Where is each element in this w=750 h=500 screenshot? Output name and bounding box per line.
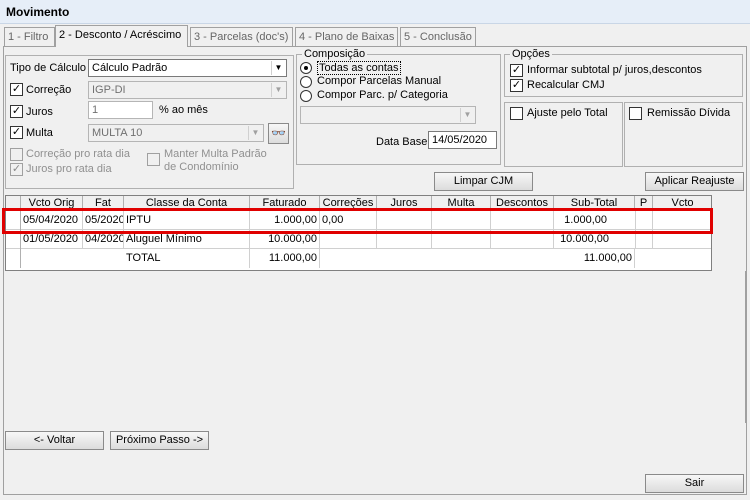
tipo-calculo-value: Cálculo Padrão <box>92 62 168 74</box>
lower-panel <box>5 271 746 423</box>
remissao-divida-checkbox[interactable] <box>629 107 642 120</box>
juros-pro-rata-label: Juros pro rata dia <box>26 163 112 175</box>
chevron-down-icon: ▼ <box>271 83 285 97</box>
multa-value: MULTA 10 <box>92 127 143 139</box>
chevron-down-icon: ▼ <box>460 108 474 122</box>
manter-multa-checkbox[interactable] <box>147 153 160 166</box>
multa-checkbox[interactable]: ✓ <box>10 126 23 139</box>
tipo-calculo-select[interactable]: Cálculo Padrão ▼ <box>88 59 287 77</box>
radio-compor-manual[interactable] <box>300 76 312 88</box>
informar-subtotal-checkbox[interactable]: ✓ <box>510 64 523 77</box>
multa-label: Multa <box>26 127 53 139</box>
tab-filtro[interactable]: 1 - Filtro <box>4 27 55 46</box>
juros-checkbox[interactable]: ✓ <box>10 105 23 118</box>
correcao-label: Correção <box>26 84 72 96</box>
recalcular-cmj-label: Recalcular CMJ <box>527 79 605 91</box>
selection-highlight <box>2 208 713 234</box>
recalcular-cmj-checkbox[interactable]: ✓ <box>510 79 523 92</box>
radio-compor-categoria-label[interactable]: Compor Parc. p/ Categoria <box>317 89 448 101</box>
binoculars-icon: 👓 <box>271 126 286 140</box>
binoculars-button[interactable]: 👓 <box>268 123 289 144</box>
manter-multa-label: Manter Multa Padrão de Condomínio <box>164 148 267 173</box>
informar-subtotal-label: Informar subtotal p/ juros,descontos <box>527 64 702 76</box>
aplicar-reajuste-button[interactable]: Aplicar Reajuste <box>645 172 744 191</box>
correcao-checkbox[interactable]: ✓ <box>10 83 23 96</box>
categoria-select[interactable]: ▼ <box>300 106 476 124</box>
correcao-pro-rata-label: Correção pro rata dia <box>26 148 130 160</box>
tab-parcelas[interactable]: 3 - Parcelas (doc's) <box>190 27 293 46</box>
total-faturado: 11.000,00 <box>250 249 320 268</box>
composicao-title: Composição <box>302 48 368 60</box>
ajuste-total-label: Ajuste pelo Total <box>527 107 608 119</box>
tab-conclusao[interactable]: 5 - Conclusão <box>400 27 476 46</box>
ajuste-total-checkbox[interactable] <box>510 107 523 120</box>
radio-todas-contas-label[interactable]: Todas as contas <box>317 61 401 75</box>
radio-todas-contas[interactable] <box>300 62 312 74</box>
proximo-passo-button[interactable]: Próximo Passo -> <box>110 431 209 450</box>
total-label: TOTAL <box>124 249 250 268</box>
tab-plano-baixas[interactable]: 4 - Plano de Baixas <box>295 27 398 46</box>
multa-select[interactable]: MULTA 10 ▼ <box>88 124 264 142</box>
row-indicator <box>6 249 21 268</box>
juros-input[interactable]: 1 <box>88 101 153 119</box>
chevron-down-icon: ▼ <box>248 126 262 140</box>
juros-unit-label: % ao mês <box>159 104 208 116</box>
sair-button[interactable]: Sair <box>645 474 744 493</box>
remissao-divida-label: Remissão Dívida <box>647 107 731 119</box>
correcao-pro-rata-checkbox[interactable] <box>10 148 23 161</box>
correcao-value: IGP-DI <box>92 84 126 96</box>
juros-pro-rata-checkbox[interactable]: ✓ <box>10 163 23 176</box>
radio-compor-categoria[interactable] <box>300 90 312 102</box>
opcoes-title: Opções <box>510 48 552 60</box>
data-base-input[interactable]: 14/05/2020 <box>428 131 497 149</box>
total-row: TOTAL 11.000,00 11.000,00 <box>6 249 711 268</box>
data-base-label: Data Base <box>376 136 428 148</box>
limpar-cjm-button[interactable]: Limpar CJM <box>434 172 533 191</box>
chevron-down-icon[interactable]: ▼ <box>271 61 285 75</box>
juros-label: Juros <box>26 106 53 118</box>
radio-compor-manual-label[interactable]: Compor Parcelas Manual <box>317 75 441 87</box>
voltar-button[interactable]: <- Voltar <box>5 431 104 450</box>
total-subtotal: 11.000,00 <box>554 249 635 268</box>
tipo-calculo-label: Tipo de Cálculo <box>10 62 87 74</box>
correcao-select[interactable]: IGP-DI ▼ <box>88 81 287 99</box>
window-title: Movimento <box>0 0 750 24</box>
tab-desconto-acrescimo[interactable]: 2 - Desconto / Acréscimo <box>55 25 188 47</box>
